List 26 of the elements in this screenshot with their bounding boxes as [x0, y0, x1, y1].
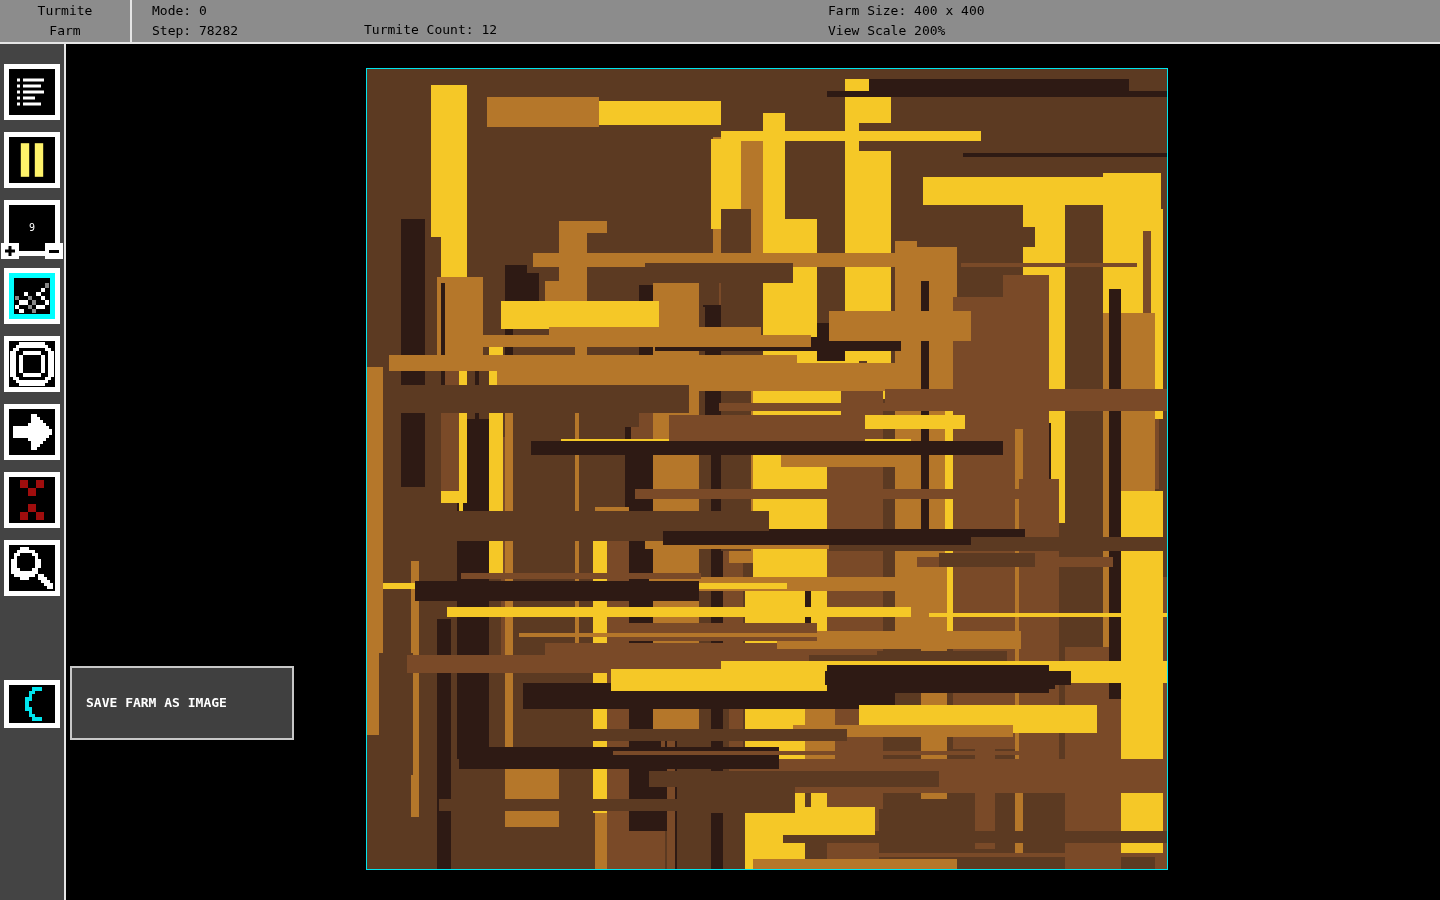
minus-icon — [45, 243, 63, 259]
plus-icon — [1, 243, 19, 259]
tool-button[interactable] — [4, 132, 60, 188]
step-label: Step: 78282 — [152, 22, 240, 40]
right-arrow-icon — [12, 414, 52, 450]
farm-size-label: Farm Size: 400 x 400 — [828, 2, 985, 20]
tool-button[interactable] — [4, 472, 60, 528]
tool-button[interactable] — [4, 540, 60, 596]
back-button[interactable] — [4, 680, 60, 728]
tooltip-text: SAVE FARM AS IMAGE — [86, 694, 227, 713]
left-chevron-icon — [22, 687, 42, 721]
app-title: Farm — [49, 22, 81, 40]
view-scale-label: View Scale 200% — [828, 22, 947, 40]
tool-button[interactable] — [4, 64, 60, 120]
tool-button[interactable] — [4, 268, 60, 324]
counter-value: 9 — [29, 223, 35, 233]
pause-icon — [18, 143, 46, 177]
tool-button[interactable] — [4, 404, 60, 460]
magnifier-icon — [11, 547, 53, 589]
turmite-count-label: Turmite Count: 12 — [364, 21, 499, 39]
tool-button[interactable]: 9 — [4, 200, 60, 256]
squares-icon — [19, 480, 45, 520]
tool-button[interactable] — [4, 336, 60, 392]
ring-icon — [10, 342, 54, 386]
app-title: Turmite — [37, 2, 93, 20]
mode-label: Mode: 0 — [152, 2, 208, 20]
